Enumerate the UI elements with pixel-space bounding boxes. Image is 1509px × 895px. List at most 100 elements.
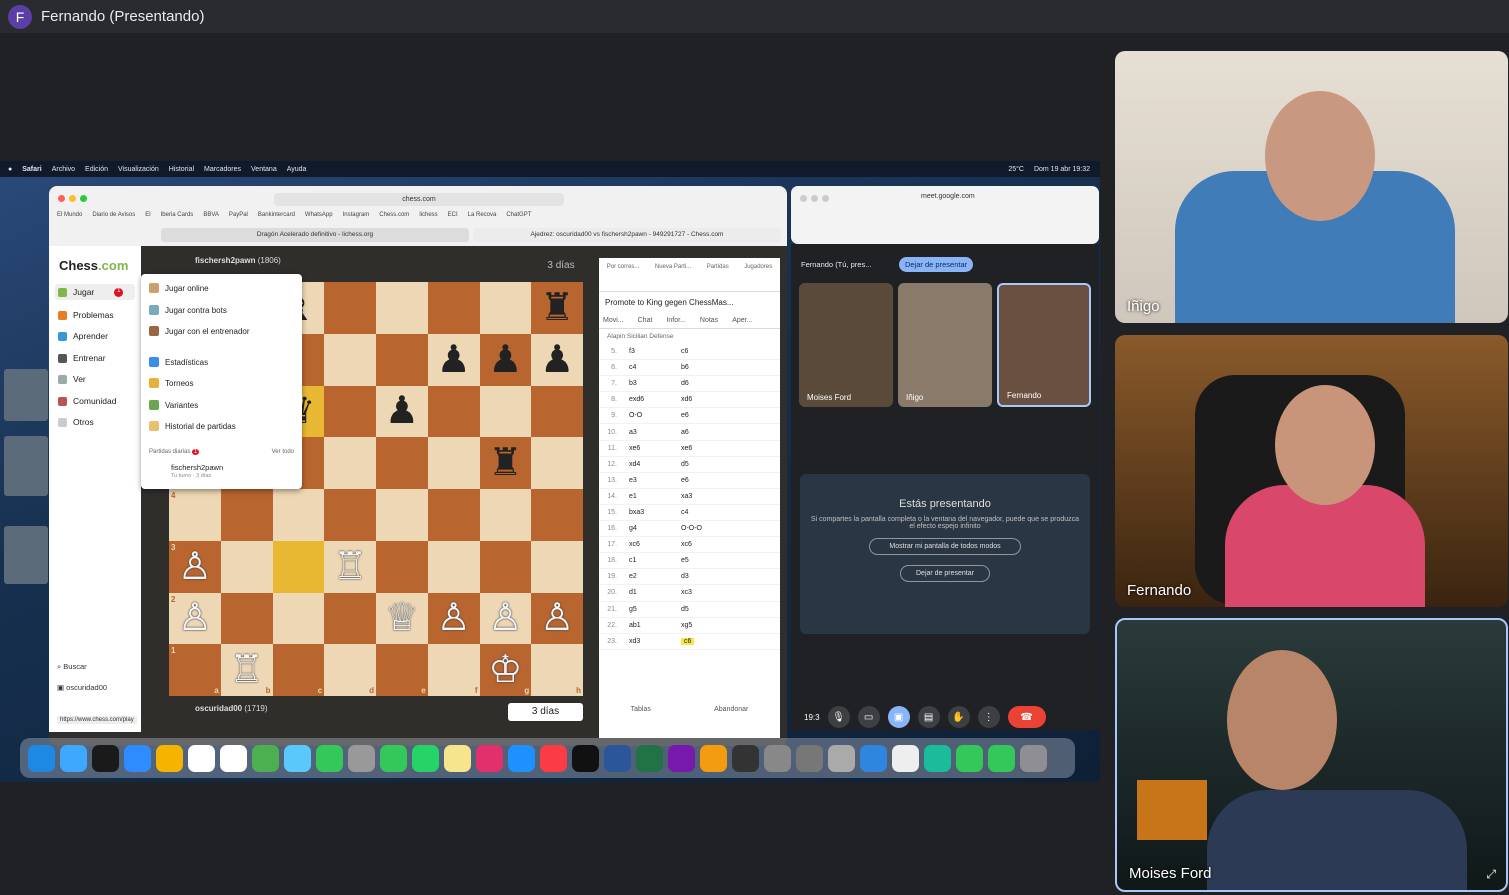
board-square[interactable] [324, 437, 376, 489]
move-row[interactable]: 5. f3 c6 [599, 344, 780, 361]
dock-app-icon[interactable] [764, 744, 791, 772]
board-square[interactable] [427, 385, 480, 438]
move-row[interactable]: 13. e3 e6 [599, 473, 780, 489]
white-move[interactable]: b3 [629, 380, 681, 387]
window-thumbnail[interactable] [4, 436, 48, 496]
black-move[interactable]: e6 [681, 477, 731, 484]
board-square[interactable] [376, 282, 428, 334]
board-square[interactable]: ♔ g [479, 644, 532, 696]
chess-piece[interactable]: ♜ [480, 437, 532, 489]
dock-app-icon[interactable] [572, 744, 599, 772]
board-square[interactable]: 4 [169, 489, 221, 541]
dock-app-icon[interactable] [92, 744, 119, 772]
dock-app-icon[interactable] [28, 744, 55, 772]
menu-app[interactable]: Safari [22, 166, 41, 173]
user-link[interactable]: ▣ oscuridad00 [57, 683, 107, 692]
black-move[interactable]: xc6 [681, 541, 731, 548]
subtab-aperturas[interactable]: Aper... [732, 317, 752, 324]
dock-app-icon[interactable] [156, 744, 183, 772]
mic-icon[interactable]: 🎙 [827, 706, 850, 728]
move-row[interactable]: 12. xd4 d5 [599, 457, 780, 473]
board-square[interactable] [531, 540, 583, 593]
dock-app-icon[interactable] [796, 744, 823, 772]
move-row[interactable]: 21. g5 d5 [599, 602, 780, 618]
move-row[interactable]: 15. bxa3 c4 [599, 505, 780, 522]
nav-aprender[interactable]: Aprender [55, 328, 111, 344]
white-move[interactable]: e3 [629, 477, 681, 484]
move-row[interactable]: 23. xd3 c6 [599, 634, 780, 650]
board-square[interactable]: ♖ [324, 540, 376, 593]
board-square[interactable] [531, 437, 583, 489]
show-anyway-button[interactable]: Mostrar mi pantalla de todos modos [869, 538, 1021, 555]
dock-app-icon[interactable] [668, 744, 695, 772]
mini-tile-moises[interactable]: Moises Ford [799, 283, 893, 407]
menu-historial[interactable]: Historial [169, 166, 194, 173]
board-square[interactable]: ♖ b [220, 644, 273, 696]
tab-jugadores[interactable]: Jugadores [744, 264, 772, 291]
board-square[interactable] [427, 282, 480, 334]
hand-icon[interactable]: ✋ [947, 706, 970, 728]
board-square[interactable] [376, 333, 428, 386]
subtab-movimientos[interactable]: Movi... [603, 317, 624, 324]
minimize-window-button[interactable] [69, 195, 76, 202]
board-square[interactable] [324, 282, 376, 334]
board-square[interactable]: ♙ 2 [169, 592, 221, 645]
bookmark[interactable]: lichess [419, 212, 437, 218]
meet-url[interactable]: meet.google.com [921, 193, 975, 200]
white-move[interactable]: exd6 [629, 396, 681, 403]
chess-piece[interactable]: ♟ [428, 334, 480, 386]
move-row[interactable]: 16. g4 O-O-O [599, 521, 780, 538]
bookmark[interactable]: Instagram [343, 212, 370, 218]
white-move[interactable]: e1 [629, 493, 681, 500]
chess-piece[interactable]: ♙ [480, 593, 532, 645]
black-move[interactable]: c4 [681, 509, 731, 516]
dock-app-icon[interactable] [188, 744, 215, 772]
bookmark[interactable]: ECI [448, 212, 458, 218]
move-row[interactable]: 10. a3 a6 [599, 424, 780, 441]
move-row[interactable]: 6. c4 b6 [599, 360, 780, 377]
bookmark[interactable]: Chess.com [379, 212, 409, 218]
board-square[interactable] [324, 489, 376, 541]
black-move[interactable]: e5 [681, 557, 731, 564]
tab-por-correspondencia[interactable]: Por corres... [607, 264, 640, 291]
dock-app-icon[interactable] [604, 744, 631, 772]
menu-jugar-online[interactable]: Jugar online [149, 283, 209, 293]
tab-chesscom[interactable]: Ajedrez: oscuridad00 vs fischersh2pawn -… [473, 228, 781, 242]
board-square[interactable] [479, 282, 532, 334]
bookmark[interactable]: El [145, 212, 150, 218]
chess-piece[interactable]: ♙ [428, 593, 480, 645]
board-square[interactable]: ♕ [376, 592, 428, 645]
window-thumbnail[interactable] [4, 526, 48, 584]
dock-app-icon[interactable] [348, 744, 375, 772]
board-square[interactable]: ♟ [531, 333, 583, 386]
participant-tile-inigo[interactable]: Iñigo [1115, 51, 1508, 323]
board-square[interactable]: ♙ 3 [169, 540, 221, 593]
board-square[interactable]: c [272, 644, 325, 696]
chess-logo[interactable]: Chess.com [59, 258, 128, 273]
black-move[interactable]: xg5 [681, 622, 731, 629]
board-square[interactable]: h [531, 644, 583, 696]
present-icon[interactable]: ▣ [887, 706, 910, 728]
chess-piece[interactable]: ♟ [480, 334, 532, 386]
move-row[interactable]: 9. O-O e6 [599, 408, 780, 425]
dock-app-icon[interactable] [316, 744, 343, 772]
menu-edicion[interactable]: Edición [85, 166, 108, 173]
board-square[interactable] [220, 489, 273, 541]
stop-presenting-button[interactable]: Dejar de presentar [899, 257, 974, 272]
black-move[interactable]: O-O-O [681, 525, 731, 532]
bookmark[interactable]: PayPal [229, 212, 248, 218]
dock-app-icon[interactable] [444, 744, 471, 772]
menu-archivo[interactable]: Archivo [52, 166, 75, 173]
board-square[interactable] [479, 385, 532, 438]
dock-app-icon[interactable] [732, 744, 759, 772]
chess-piece[interactable]: ♟ [531, 334, 583, 386]
dock-app-icon[interactable] [252, 744, 279, 772]
black-move[interactable]: xa3 [681, 493, 731, 500]
menu-variantes[interactable]: Variantes [149, 400, 198, 410]
tab-nueva-partida[interactable]: Nueva Parti... [655, 264, 691, 291]
black-move[interactable]: c6 [681, 348, 731, 355]
move-row[interactable]: 20. d1 xc3 [599, 585, 780, 602]
white-move[interactable]: e2 [629, 573, 681, 580]
black-move[interactable]: b6 [681, 364, 731, 371]
move-row[interactable]: 14. e1 xa3 [599, 489, 780, 505]
